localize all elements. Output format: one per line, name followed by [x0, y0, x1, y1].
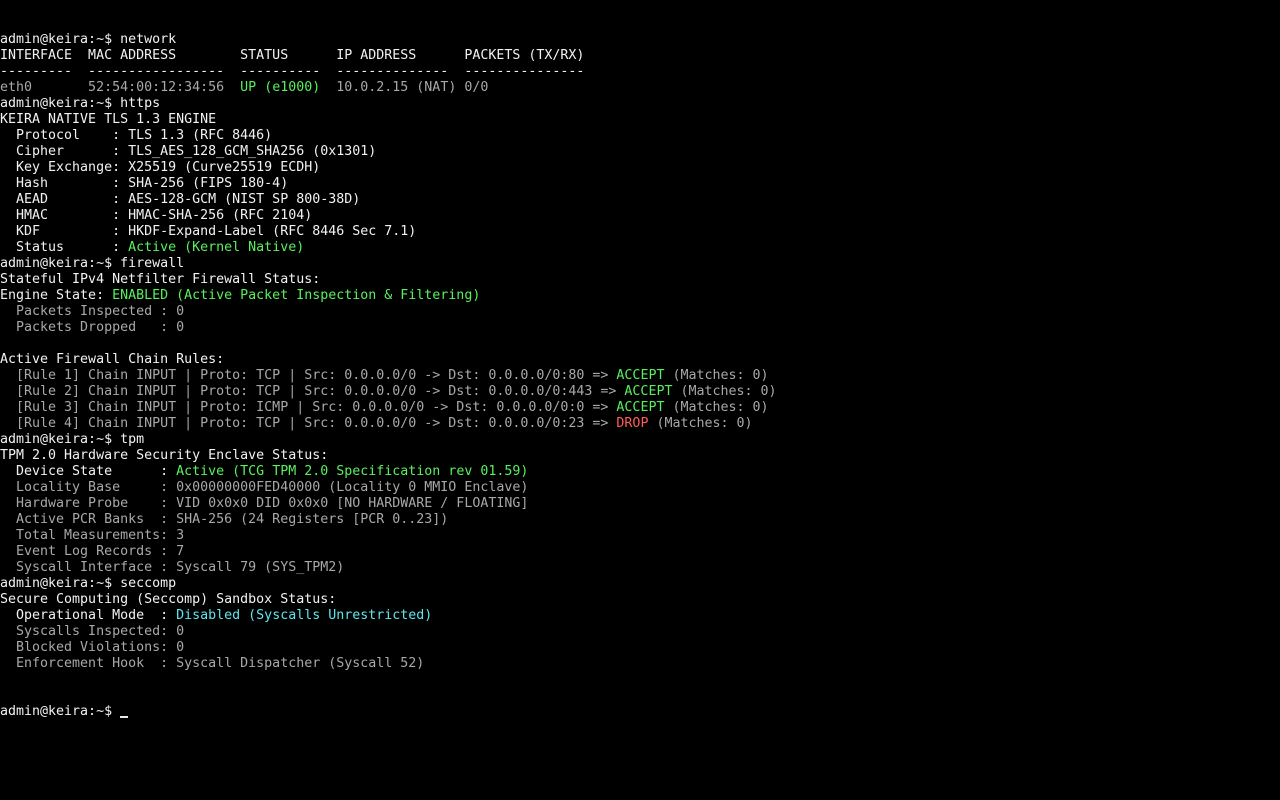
terminal-text: Syscalls Inspected: 0: [0, 624, 185, 639]
terminal-line: Syscall Interface : Syscall 79 (SYS_TPM2…: [0, 560, 1280, 576]
terminal-text: (Matches: 0): [672, 384, 777, 399]
terminal-line: Active Firewall Chain Rules:: [0, 352, 1280, 368]
terminal-line: AEAD : AES-128-GCM (NIST SP 800-38D): [0, 192, 1280, 208]
terminal-text: TPM 2.0 Hardware Security Enclave Status…: [0, 448, 329, 463]
terminal-text: Total Measurements: 3: [0, 528, 185, 543]
terminal-line: INTERFACE MAC ADDRESS STATUS IP ADDRESS …: [0, 48, 1280, 64]
terminal-text: [Rule 1] Chain INPUT | Proto: TCP | Src:…: [0, 368, 617, 383]
terminal-text: Stateful IPv4 Netfilter Firewall Status:: [0, 272, 321, 287]
terminal-line: Total Measurements: 3: [0, 528, 1280, 544]
terminal-text: Active (TCG TPM 2.0 Specification rev 01…: [176, 464, 529, 479]
terminal-text: eth0 52:54:00:12:34:56: [0, 80, 241, 95]
terminal-text: KDF : HKDF-Expand-Label (RFC 8446 Sec 7.…: [0, 224, 417, 239]
terminal-line: Syscalls Inspected: 0: [0, 624, 1280, 640]
terminal-prompt: admin@keira:~$: [0, 704, 121, 719]
terminal-line: Active PCR Banks : SHA-256 (24 Registers…: [0, 512, 1280, 528]
terminal-text: Active Firewall Chain Rules:: [0, 352, 225, 367]
terminal-text: --------- ----------------- ---------- -…: [0, 64, 585, 79]
terminal-text: Device State :: [0, 464, 177, 479]
terminal-text: (Matches: 0): [664, 400, 769, 415]
terminal-text: AEAD : AES-128-GCM (NIST SP 800-38D): [0, 192, 361, 207]
terminal-text: Hardware Probe : VID 0x0x0 DID 0x0x0 [NO…: [0, 496, 529, 511]
terminal-line: --------- ----------------- ---------- -…: [0, 64, 1280, 80]
terminal-line: TPM 2.0 Hardware Security Enclave Status…: [0, 448, 1280, 464]
terminal-line: Protocol : TLS 1.3 (RFC 8446): [0, 128, 1280, 144]
terminal-line: Status : Active (Kernel Native): [0, 240, 1280, 256]
terminal-line: admin@keira:~$ https: [0, 96, 1280, 112]
terminal-line: [Rule 4] Chain INPUT | Proto: TCP | Src:…: [0, 416, 1280, 432]
text-cursor[interactable]: [120, 716, 129, 718]
terminal-line: Hash : SHA-256 (FIPS 180-4): [0, 176, 1280, 192]
terminal-text: admin@keira:~$ firewall: [0, 256, 185, 271]
terminal-text: (Matches: 0): [664, 368, 769, 383]
terminal-text: (Matches: 0): [648, 416, 753, 431]
terminal-line: [Rule 2] Chain INPUT | Proto: TCP | Src:…: [0, 384, 1280, 400]
terminal-text: Engine State:: [0, 288, 113, 303]
terminal-line: Locality Base : 0x00000000FED40000 (Loca…: [0, 480, 1280, 496]
terminal-text: admin@keira:~$ https: [0, 96, 161, 111]
terminal-line: HMAC : HMAC-SHA-256 (RFC 2104): [0, 208, 1280, 224]
terminal-line: Blocked Violations: 0: [0, 640, 1280, 656]
terminal-line: Engine State: ENABLED (Active Packet Ins…: [0, 288, 1280, 304]
terminal-text: Disabled (Syscalls Unrestricted): [176, 608, 433, 623]
terminal-text: admin@keira:~$ network: [0, 32, 177, 47]
terminal-line: eth0 52:54:00:12:34:56 UP (e1000) 10.0.2…: [0, 80, 1280, 96]
terminal-line: KEIRA NATIVE TLS 1.3 ENGINE: [0, 112, 1280, 128]
terminal-line: admin@keira:~$ firewall: [0, 256, 1280, 272]
terminal-line: Packets Dropped : 0: [0, 320, 1280, 336]
terminal-text: INTERFACE MAC ADDRESS STATUS IP ADDRESS …: [0, 48, 585, 63]
terminal-line: [Rule 1] Chain INPUT | Proto: TCP | Src:…: [0, 368, 1280, 384]
terminal-text: Secure Computing (Seccomp) Sandbox Statu…: [0, 592, 337, 607]
terminal-text: Blocked Violations: 0: [0, 640, 185, 655]
terminal-text: Event Log Records : 7: [0, 544, 185, 559]
terminal-text: Operational Mode :: [0, 608, 177, 623]
terminal-window[interactable]: admin@keira:~$ network INTERFACE MAC ADDR…: [0, 0, 1280, 800]
terminal-text: admin@keira:~$ tpm: [0, 432, 145, 447]
terminal-line: admin@keira:~$ network: [0, 32, 1280, 48]
terminal-line: Cipher : TLS_AES_128_GCM_SHA256 (0x1301): [0, 144, 1280, 160]
terminal-line: KDF : HKDF-Expand-Label (RFC 8446 Sec 7.…: [0, 224, 1280, 240]
terminal-line: admin@keira:~$ tpm: [0, 432, 1280, 448]
terminal-text: Syscall Interface : Syscall 79 (SYS_TPM2…: [0, 560, 345, 575]
terminal-text: ACCEPT: [624, 384, 673, 399]
terminal-text: ACCEPT: [616, 400, 665, 415]
terminal-text: Active (Kernel Native): [128, 240, 305, 255]
terminal-line: Secure Computing (Seccomp) Sandbox Statu…: [0, 592, 1280, 608]
terminal-prompt-line[interactable]: admin@keira:~$: [0, 704, 1280, 720]
terminal-text: HMAC : HMAC-SHA-256 (RFC 2104): [0, 208, 313, 223]
terminal-text: DROP: [616, 416, 649, 431]
terminal-text: Enforcement Hook : Syscall Dispatcher (S…: [0, 656, 425, 671]
terminal-text: Locality Base : 0x00000000FED40000 (Loca…: [0, 480, 529, 495]
terminal-text: Packets Dropped : 0: [0, 320, 185, 335]
terminal-text: KEIRA NATIVE TLS 1.3 ENGINE: [0, 112, 217, 127]
terminal-text: ENABLED (Active Packet Inspection & Filt…: [112, 288, 481, 303]
terminal-line: Event Log Records : 7: [0, 544, 1280, 560]
terminal-text: [Rule 3] Chain INPUT | Proto: ICMP | Src…: [0, 400, 617, 415]
terminal-text: Packets Inspected : 0: [0, 304, 185, 319]
terminal-text: 10.0.2.15 (NAT) 0/0: [320, 80, 489, 95]
terminal-line: Operational Mode : Disabled (Syscalls Un…: [0, 608, 1280, 624]
terminal-line: Key Exchange: X25519 (Curve25519 ECDH): [0, 160, 1280, 176]
terminal-text: Cipher : TLS_AES_128_GCM_SHA256 (0x1301): [0, 144, 377, 159]
terminal-text: Active PCR Banks : SHA-256 (24 Registers…: [0, 512, 449, 527]
terminal-line: Device State : Active (TCG TPM 2.0 Speci…: [0, 464, 1280, 480]
terminal-text: admin@keira:~$ seccomp: [0, 576, 177, 591]
terminal-text: Hash : SHA-256 (FIPS 180-4): [0, 176, 289, 191]
terminal-text: Key Exchange: X25519 (Curve25519 ECDH): [0, 160, 321, 175]
terminal-text: Protocol : TLS 1.3 (RFC 8446): [0, 128, 273, 143]
terminal-text: ACCEPT: [616, 368, 665, 383]
terminal-line: admin@keira:~$ seccomp: [0, 576, 1280, 592]
terminal-text: [Rule 2] Chain INPUT | Proto: TCP | Src:…: [0, 384, 625, 399]
terminal-output: admin@keira:~$ network INTERFACE MAC ADDR…: [0, 32, 1280, 672]
terminal-text: Status :: [0, 240, 129, 255]
terminal-line: Enforcement Hook : Syscall Dispatcher (S…: [0, 656, 1280, 672]
terminal-line: Packets Inspected : 0: [0, 304, 1280, 320]
terminal-line: Hardware Probe : VID 0x0x0 DID 0x0x0 [NO…: [0, 496, 1280, 512]
terminal-text: UP (e1000): [240, 80, 321, 95]
terminal-line: Stateful IPv4 Netfilter Firewall Status:: [0, 272, 1280, 288]
terminal-line: [Rule 3] Chain INPUT | Proto: ICMP | Src…: [0, 400, 1280, 416]
terminal-text: [Rule 4] Chain INPUT | Proto: TCP | Src:…: [0, 416, 617, 431]
